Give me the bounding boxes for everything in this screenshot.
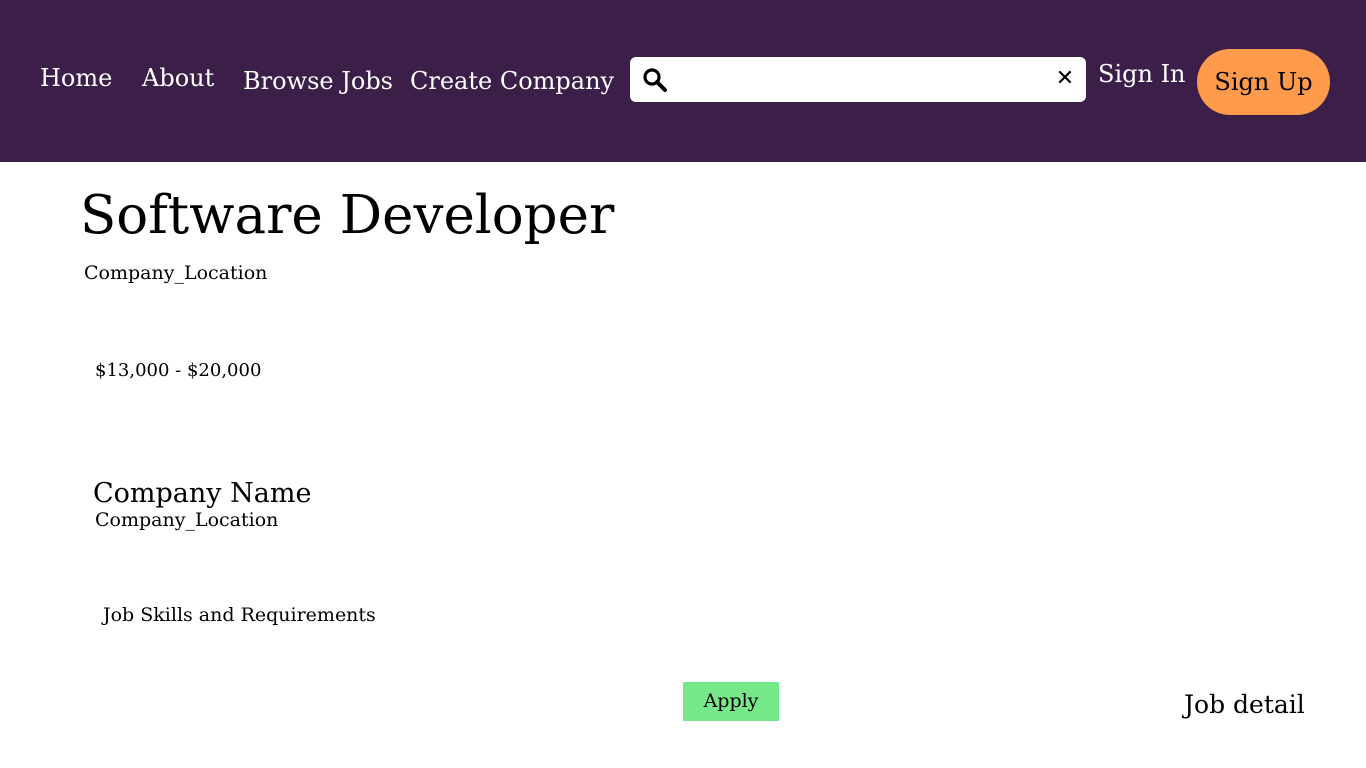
job-location: Company_Location — [84, 262, 268, 284]
navbar: Home About Browse Jobs Create Company ✕ … — [0, 0, 1366, 162]
company-name: Company Name — [93, 478, 312, 509]
nav-browse-jobs-link[interactable]: Browse Jobs — [243, 67, 393, 95]
sign-up-button[interactable]: Sign Up — [1197, 49, 1330, 115]
nav-create-company-link[interactable]: Create Company — [410, 67, 614, 95]
close-icon[interactable]: ✕ — [1054, 65, 1076, 93]
search-icon[interactable] — [642, 67, 668, 93]
company-location: Company_Location — [95, 509, 279, 531]
job-title: Software Developer — [80, 185, 615, 246]
apply-button[interactable]: Apply — [683, 682, 779, 721]
nav-about-link[interactable]: About — [142, 64, 214, 92]
sign-in-link[interactable]: Sign In — [1098, 60, 1186, 88]
nav-home-link[interactable]: Home — [40, 64, 112, 92]
page-label: Job detail — [1184, 690, 1305, 719]
search-input[interactable] — [678, 63, 1042, 97]
salary-range: $13,000 - $20,000 — [95, 360, 262, 381]
search-bar: ✕ — [630, 57, 1086, 102]
skills-heading: Job Skills and Requirements — [103, 604, 376, 626]
